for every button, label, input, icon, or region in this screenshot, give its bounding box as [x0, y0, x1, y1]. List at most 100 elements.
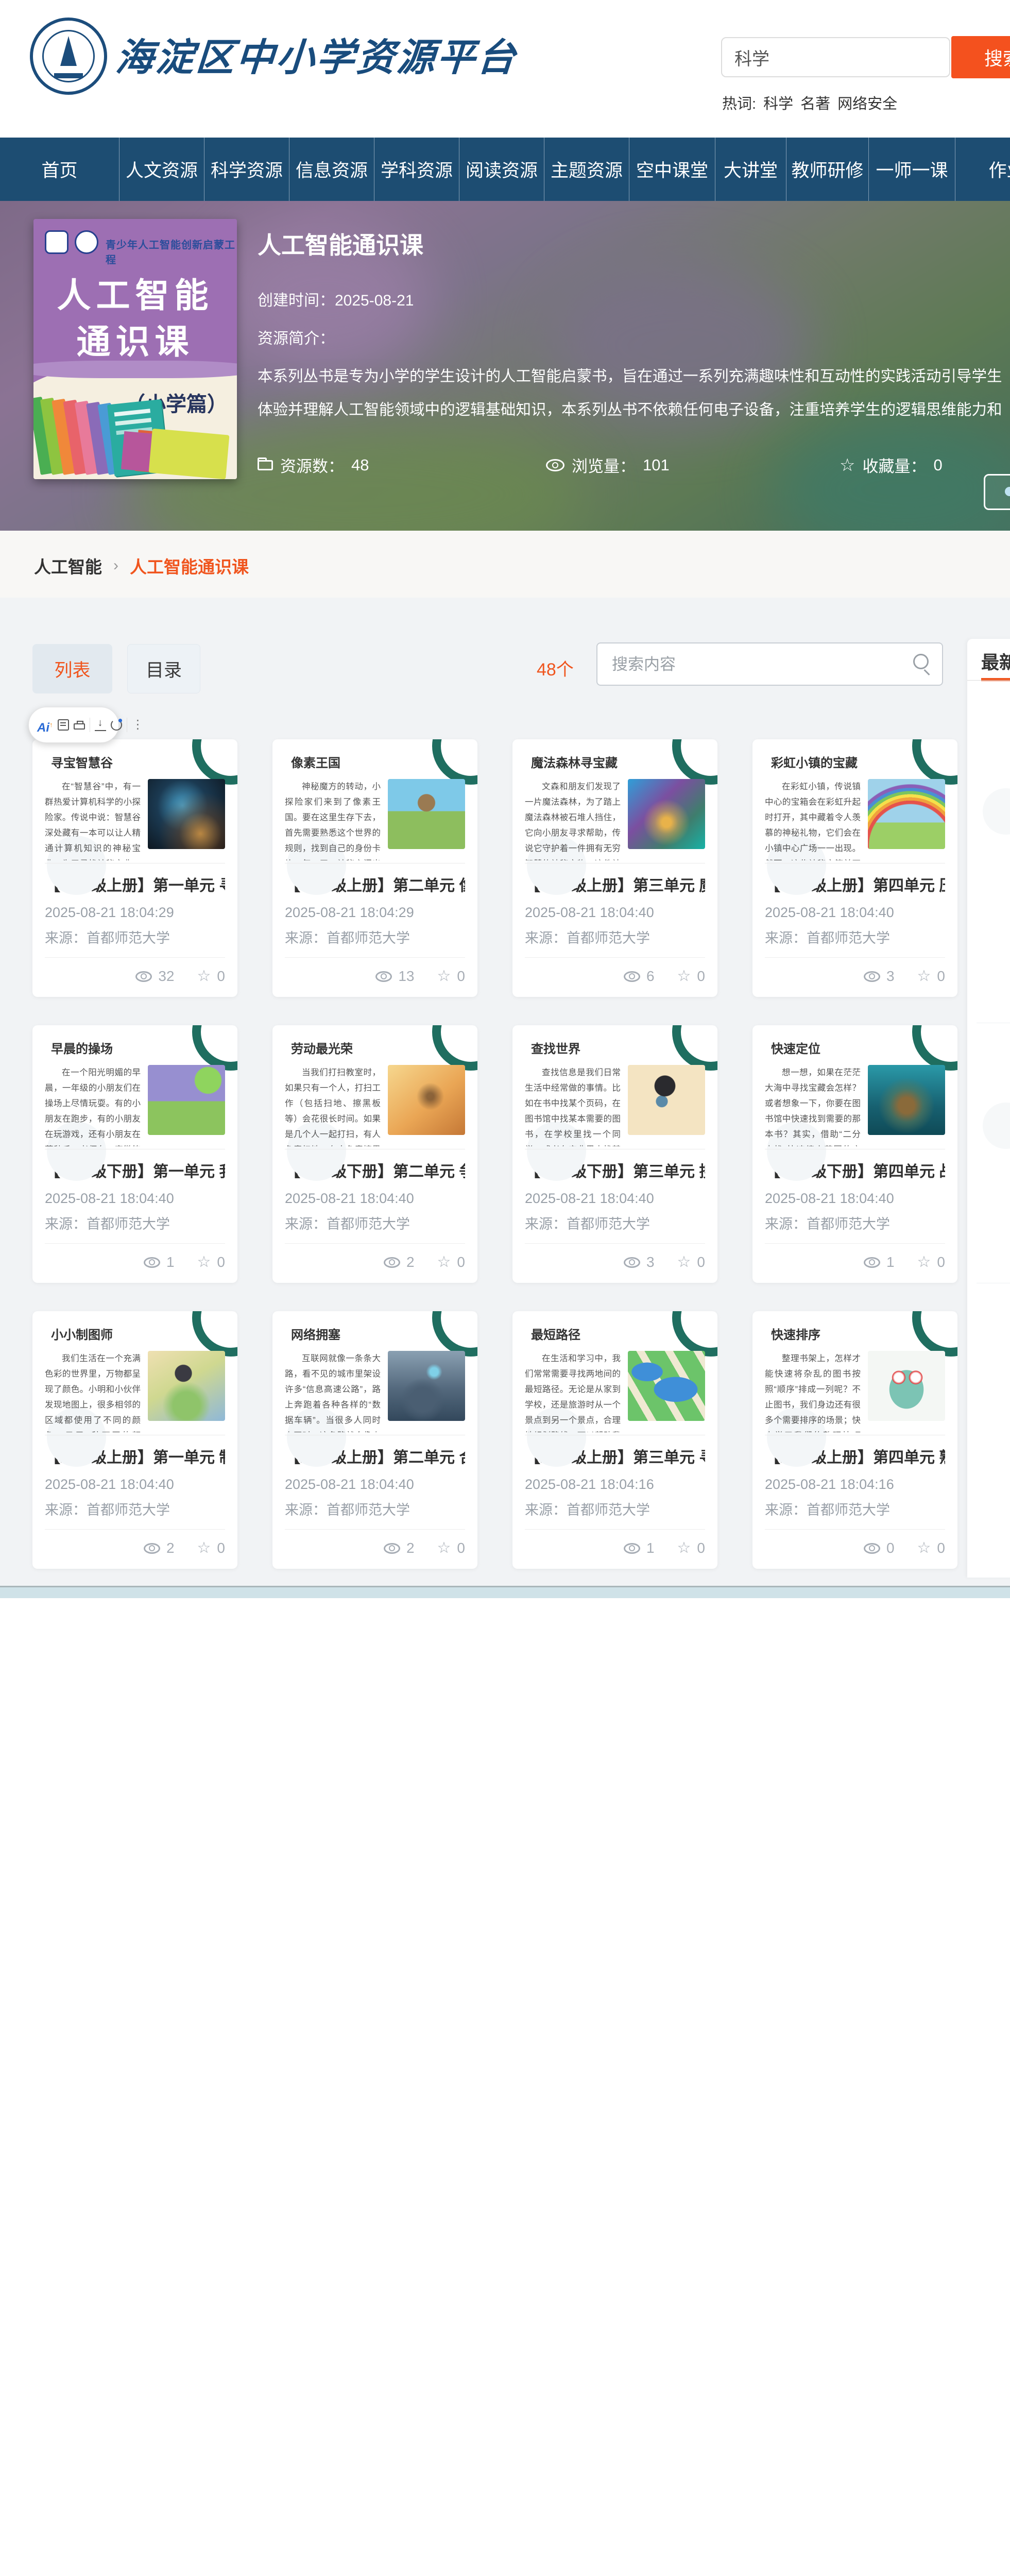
- resource-card[interactable]: 彩虹小镇的宝藏 在彩虹小镇，传说镇中心的宝箱会在彩虹升起时打开，其中藏着令人羡慕…: [752, 739, 957, 997]
- resource-card[interactable]: 劳动最光荣 当我们打扫教室时，如果只有一个人，打扫工作（包括扫地、擦黑板等）会花…: [272, 1025, 477, 1283]
- breadcrumb-parent-link[interactable]: 人工智能: [34, 553, 102, 578]
- star-icon[interactable]: ☆: [437, 969, 451, 984]
- eye-icon: [864, 1257, 880, 1268]
- star-icon[interactable]: ☆: [197, 1255, 211, 1270]
- school-seal-logo-icon[interactable]: [30, 18, 107, 95]
- card-preview: 最短路径 在生活和学习中，我们常常需要寻找两地间的最短路径。无论是从家到学校，还…: [525, 1311, 705, 1435]
- printer-icon[interactable]: [74, 723, 85, 730]
- preview-text: 查找信息是我们日常生活中经常做的事情。比如在书中找某个页码，在图书馆中找某本需要…: [525, 1065, 621, 1146]
- course-cover-image[interactable]: 青少年人工智能创新启蒙工程 人工智能 通识课 （小学篇）: [33, 219, 237, 479]
- nav-item-4[interactable]: 信息资源: [289, 138, 374, 201]
- preview-title: 早晨的操场: [51, 1039, 225, 1057]
- card-preview: 快速排序 整理书架上，怎样才能快速将杂乱的图书按照“顺序”排成一列呢？不止图书，…: [765, 1311, 945, 1435]
- nav-item-5[interactable]: 学科资源: [374, 138, 459, 201]
- favorite-count: 0: [937, 968, 945, 985]
- star-icon[interactable]: ☆: [917, 1255, 931, 1270]
- preview-image: [388, 1351, 465, 1421]
- card-source: 来源：首都师范大学: [765, 927, 945, 947]
- resource-card[interactable]: 最短路径 在生活和学习中，我们常常需要寻找两地间的最短路径。无论是从家到学校，还…: [512, 1311, 717, 1569]
- nav-item-9[interactable]: 大讲堂: [715, 138, 786, 201]
- resource-card[interactable]: 早晨的操场 在一个阳光明媚的早晨，一年级的小朋友们在操场上尽情玩耍。有的小朋友在…: [32, 1025, 237, 1283]
- site-header: 海淀区中小学资源平台 搜索 热词:科学名著网络安全: [0, 0, 1010, 138]
- preview-title: 最短路径: [531, 1325, 705, 1343]
- hot-word-link[interactable]: 科学: [763, 96, 793, 112]
- hot-words-row: 热词:科学名著网络安全: [722, 92, 912, 113]
- document-translate-icon[interactable]: [58, 719, 69, 731]
- card-preview: 劳动最光荣 当我们打扫教室时，如果只有一个人，打扫工作（包括扫地、擦黑板等）会花…: [285, 1025, 465, 1149]
- top-search-button[interactable]: 搜索: [951, 36, 1010, 78]
- sidebar-tab-latest[interactable]: 最新: [981, 648, 1010, 674]
- content-search-input[interactable]: [611, 643, 901, 686]
- nav-item-12[interactable]: 作业: [955, 138, 1010, 201]
- refresh-icon[interactable]: [111, 719, 122, 731]
- preview-image: [868, 1065, 945, 1135]
- card-divider: [765, 1529, 945, 1530]
- more-options-icon[interactable]: ⋮: [132, 719, 138, 731]
- preview-title: 寻宝智慧谷: [51, 753, 225, 771]
- card-divider: [285, 1243, 465, 1244]
- card-preview: 像素王国 神秘魔方的转动，小探险家们来到了像素王国。要在这里生存下去，首先需要熟…: [285, 739, 465, 863]
- ai-translate-icon[interactable]: Ai↑: [37, 719, 53, 731]
- resource-card[interactable]: 查找世界 查找信息是我们日常生活中经常做的事情。比如在书中找某个页码，在图书馆中…: [512, 1025, 717, 1283]
- folder-icon: [258, 460, 273, 470]
- nav-item-2[interactable]: 人文资源: [119, 138, 204, 201]
- resource-card[interactable]: 寻宝智慧谷 在“智慧谷”中，有一群热爱计算机科学的小探险家。传说中说：智慧谷深处…: [32, 739, 237, 997]
- star-icon[interactable]: ☆: [917, 969, 931, 984]
- view-count: 1: [886, 1254, 895, 1270]
- created-time-row: 创建时间：2025-08-21: [258, 287, 414, 310]
- nav-item-11[interactable]: 一师一课: [869, 138, 955, 201]
- nav-item-6[interactable]: 阅读资源: [459, 138, 544, 201]
- star-icon[interactable]: ☆: [677, 1540, 691, 1556]
- preview-title: 网络拥塞: [291, 1325, 465, 1343]
- resource-card[interactable]: 像素王国 神秘魔方的转动，小探险家们来到了像素王国。要在这里生存下去，首先需要熟…: [272, 739, 477, 997]
- site-logo-title[interactable]: 海淀区中小学资源平台: [114, 27, 519, 82]
- star-icon[interactable]: ☆: [437, 1540, 451, 1556]
- favorite-count: 0: [217, 1540, 225, 1556]
- nav-item-3[interactable]: 科学资源: [204, 138, 289, 201]
- preview-text: 在生活和学习中，我们常常需要寻找两地间的最短路径。无论是从家到学校，还是旅游时从…: [525, 1351, 621, 1432]
- card-date: 2025-08-21 18:04:40: [525, 1191, 705, 1207]
- star-icon[interactable]: ☆: [197, 969, 211, 984]
- star-icon[interactable]: ☆: [917, 1540, 931, 1556]
- star-icon[interactable]: ☆: [677, 1255, 691, 1270]
- resource-card[interactable]: 快速定位 想一想，如果在茫茫大海中寻找宝藏会怎样？或者想象一下，你要在图书馆中快…: [752, 1025, 957, 1283]
- card-preview: 彩虹小镇的宝藏 在彩虹小镇，传说镇中心的宝箱会在彩虹升起时打开，其中藏着令人羡慕…: [765, 739, 945, 863]
- preview-image: [868, 1351, 945, 1421]
- star-icon[interactable]: ☆: [677, 969, 691, 984]
- tab-catalog-view[interactable]: 目录: [127, 644, 200, 693]
- resource-card[interactable]: 魔法森林寻宝藏 文森和朋友们发现了一片魔法森林，为了踏上魔法森林被石堆人挡住，它…: [512, 739, 717, 997]
- search-icon[interactable]: [913, 654, 929, 669]
- resource-card[interactable]: 网络拥塞 互联网就像一条条大路，看不见的城市里架设许多“信息高速公路”，路上奔跑…: [272, 1311, 477, 1569]
- breadcrumb-current: 人工智能通识课: [130, 553, 249, 578]
- card-date: 2025-08-21 18:04:40: [285, 1191, 465, 1207]
- card-divider: [765, 957, 945, 958]
- download-icon[interactable]: ↓: [95, 719, 106, 731]
- nav-item-10[interactable]: 教师研修: [786, 138, 869, 201]
- preview-image: [388, 1065, 465, 1135]
- preview-image: [868, 779, 945, 849]
- resource-card[interactable]: 小小制图师 我们生活在一个充满色彩的世界里，万物都呈现了颜色。小明和小伙伴发现地…: [32, 1311, 237, 1569]
- top-search-input[interactable]: [721, 37, 950, 77]
- preview-text: 在彩虹小镇，传说镇中心的宝箱会在彩虹升起时打开，其中藏着令人羡慕的神秘礼物，它们…: [765, 779, 861, 860]
- favorite-count: 0: [697, 968, 705, 985]
- preview-title: 快速排序: [771, 1325, 945, 1343]
- card-source: 来源：首都师范大学: [525, 1213, 705, 1233]
- card-preview: 小小制图师 我们生活在一个充满色彩的世界里，万物都呈现了颜色。小明和小伙伴发现地…: [45, 1311, 225, 1435]
- hot-word-link[interactable]: 网络安全: [837, 96, 897, 112]
- card-source: 来源：首都师范大学: [45, 1499, 225, 1519]
- primary-nav: 首页人文资源科学资源信息资源学科资源阅读资源主题资源空中课堂大讲堂教师研修一师一…: [0, 138, 1010, 201]
- preview-text: 神秘魔方的转动，小探险家们来到了像素王国。要在这里生存下去，首先需要熟悉这个世界…: [285, 779, 381, 860]
- nav-item-1[interactable]: 首页: [0, 138, 119, 201]
- card-date: 2025-08-21 18:04:40: [765, 1191, 945, 1207]
- star-icon[interactable]: ☆: [197, 1540, 211, 1556]
- hero-action-button-partial[interactable]: [984, 474, 1010, 510]
- tab-list-view[interactable]: 列表: [32, 644, 112, 693]
- card-stats: 1 ☆ 0: [765, 1254, 945, 1270]
- resource-card[interactable]: 快速排序 整理书架上，怎样才能快速将杂乱的图书按照“顺序”排成一列呢？不止图书，…: [752, 1311, 957, 1569]
- star-icon[interactable]: ☆: [437, 1255, 451, 1270]
- hot-word-link[interactable]: 名著: [800, 96, 830, 112]
- preview-title: 像素王国: [291, 753, 465, 771]
- preview-title: 彩虹小镇的宝藏: [771, 753, 945, 771]
- nav-item-7[interactable]: 主题资源: [544, 138, 629, 201]
- nav-item-8[interactable]: 空中课堂: [629, 138, 715, 201]
